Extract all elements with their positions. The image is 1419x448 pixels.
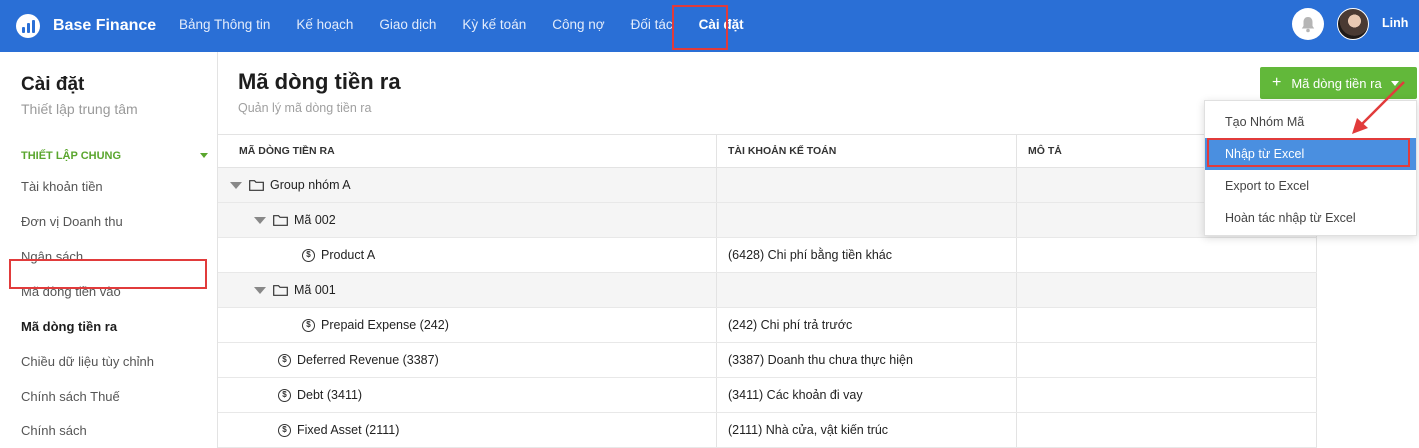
- sidebar-section-general[interactable]: THIẾT LẬP CHUNG: [21, 150, 208, 162]
- dollar-coin-icon: $: [302, 248, 315, 262]
- brand-name: Base Finance: [53, 17, 157, 34]
- sidebar-item-custom-dimensions[interactable]: Chiều dữ liệu tùy chỉnh: [21, 354, 154, 369]
- nav-plan[interactable]: Kế hoạch: [283, 0, 366, 52]
- row-account: (3387) Doanh thu chưa thực hiện: [717, 343, 1017, 377]
- row-name: Mã 001: [294, 283, 336, 297]
- nav-partners[interactable]: Đối tác: [618, 0, 686, 52]
- dollar-coin-icon: $: [278, 353, 291, 367]
- row-description: [1017, 378, 1317, 412]
- row-name: Fixed Asset (2111): [297, 423, 400, 437]
- row-description: [1017, 308, 1317, 342]
- expand-triangle-icon[interactable]: [254, 286, 266, 294]
- expand-triangle-icon[interactable]: [254, 216, 266, 224]
- sidebar-subtitle: Thiết lập trung tâm: [21, 101, 138, 117]
- sidebar-item-budget[interactable]: Ngân sách: [21, 249, 83, 264]
- row-description: [1017, 238, 1317, 272]
- sidebar: Cài đặt Thiết lập trung tâm THIẾT LẬP CH…: [0, 52, 218, 448]
- caret-down-icon: [200, 153, 208, 158]
- table-row[interactable]: $ Product A (6428) Chi phí bằng tiền khá…: [218, 238, 1317, 273]
- page-subtitle: Quản lý mã dòng tiền ra: [238, 101, 372, 115]
- row-description: [1017, 273, 1317, 307]
- row-name: Product A: [321, 248, 376, 262]
- table-row[interactable]: Mã 001: [218, 273, 1317, 308]
- table-row[interactable]: Group nhóm A: [218, 168, 1317, 203]
- sidebar-section-label: THIẾT LẬP CHUNG: [21, 150, 122, 162]
- table-row[interactable]: Mã 002: [218, 203, 1317, 238]
- row-name: Debt (3411): [297, 388, 363, 402]
- row-account: (3411) Các khoản đi vay: [717, 378, 1017, 412]
- row-account: (2111) Nhà cửa, vật kiến trúc: [717, 413, 1017, 447]
- row-account: [717, 203, 1017, 237]
- dollar-coin-icon: $: [302, 318, 315, 332]
- nav-debts[interactable]: Công nợ: [539, 0, 617, 52]
- column-header-account[interactable]: TÀI KHOẢN KẾ TOÁN: [717, 135, 1017, 168]
- dollar-coin-icon: $: [278, 388, 291, 402]
- row-account: [717, 273, 1017, 307]
- sidebar-title: Cài đặt: [21, 74, 85, 95]
- folder-icon: [273, 284, 288, 296]
- row-name: Mã 002: [294, 213, 336, 227]
- row-description: [1017, 343, 1317, 377]
- top-navbar: Base Finance Bảng Thông tin Kế hoạch Gia…: [0, 0, 1419, 52]
- folder-icon: [273, 214, 288, 226]
- caret-down-icon: [1390, 80, 1399, 86]
- nav-accounting-period[interactable]: Kỳ kế toán: [449, 0, 539, 52]
- menu-item-undo-import[interactable]: Hoàn tác nhập từ Excel: [1205, 202, 1416, 234]
- nav-settings[interactable]: Cài đặt: [686, 0, 757, 52]
- row-name: Prepaid Expense (242): [321, 318, 449, 332]
- nav-transactions[interactable]: Giao dịch: [366, 0, 449, 52]
- menu-item-create-group[interactable]: Tạo Nhóm Mã: [1205, 106, 1416, 138]
- table-header: MÃ DÒNG TIỀN RA TÀI KHOẢN KẾ TOÁN MÔ TẢ: [218, 134, 1317, 168]
- cash-out-code-table: MÃ DÒNG TIỀN RA TÀI KHOẢN KẾ TOÁN MÔ TẢ …: [218, 134, 1317, 448]
- logo-icon: [16, 14, 40, 38]
- add-cash-out-code-button[interactable]: + Mã dòng tiền ra: [1260, 67, 1417, 99]
- brand[interactable]: Base Finance: [16, 13, 156, 39]
- sidebar-item-tax-policy[interactable]: Chính sách Thuế: [21, 389, 120, 404]
- row-name: Deferred Revenue (3387): [297, 353, 439, 367]
- row-name: Group nhóm A: [270, 178, 351, 192]
- menu-item-export-excel[interactable]: Export to Excel: [1205, 170, 1416, 202]
- main-nav: Bảng Thông tin Kế hoạch Giao dịch Kỳ kế …: [166, 0, 757, 52]
- add-dropdown-menu: Tạo Nhóm Mã Nhập từ Excel Export to Exce…: [1204, 100, 1417, 236]
- expand-triangle-icon[interactable]: [230, 181, 242, 189]
- menu-item-import-excel[interactable]: Nhập từ Excel: [1205, 138, 1416, 170]
- add-button-label: Mã dòng tiền ra: [1291, 75, 1382, 91]
- user-name[interactable]: Linh: [1382, 16, 1408, 30]
- row-account: (242) Chi phí trả trước: [717, 308, 1017, 342]
- plus-icon: +: [1272, 74, 1282, 91]
- table-row[interactable]: $ Fixed Asset (2111) (2111) Nhà cửa, vật…: [218, 413, 1317, 448]
- avatar[interactable]: [1337, 8, 1369, 40]
- sidebar-item-revenue-units[interactable]: Đơn vị Doanh thu: [21, 214, 123, 229]
- page-title: Mã dòng tiền ra: [238, 69, 401, 94]
- folder-icon: [249, 179, 264, 191]
- notification-button[interactable]: [1292, 8, 1324, 40]
- table-row[interactable]: $ Deferred Revenue (3387) (3387) Doanh t…: [218, 343, 1317, 378]
- sidebar-item-policy[interactable]: Chính sách: [21, 423, 87, 438]
- row-description: [1017, 413, 1317, 447]
- sidebar-item-cash-out-codes[interactable]: Mã dòng tiền ra: [21, 319, 117, 334]
- table-row[interactable]: $ Prepaid Expense (242) (242) Chi phí tr…: [218, 308, 1317, 343]
- row-account: (6428) Chi phí bằng tiền khác: [717, 238, 1017, 272]
- bell-icon: [1301, 16, 1315, 32]
- dollar-coin-icon: $: [278, 423, 291, 437]
- nav-dashboard[interactable]: Bảng Thông tin: [166, 0, 283, 52]
- column-header-code[interactable]: MÃ DÒNG TIỀN RA: [218, 135, 717, 168]
- sidebar-item-cash-in-codes[interactable]: Mã dòng tiền vào: [21, 284, 121, 299]
- table-row[interactable]: $ Debt (3411) (3411) Các khoản đi vay: [218, 378, 1317, 413]
- row-account: [717, 168, 1017, 202]
- sidebar-item-cash-accounts[interactable]: Tài khoản tiền: [21, 179, 103, 194]
